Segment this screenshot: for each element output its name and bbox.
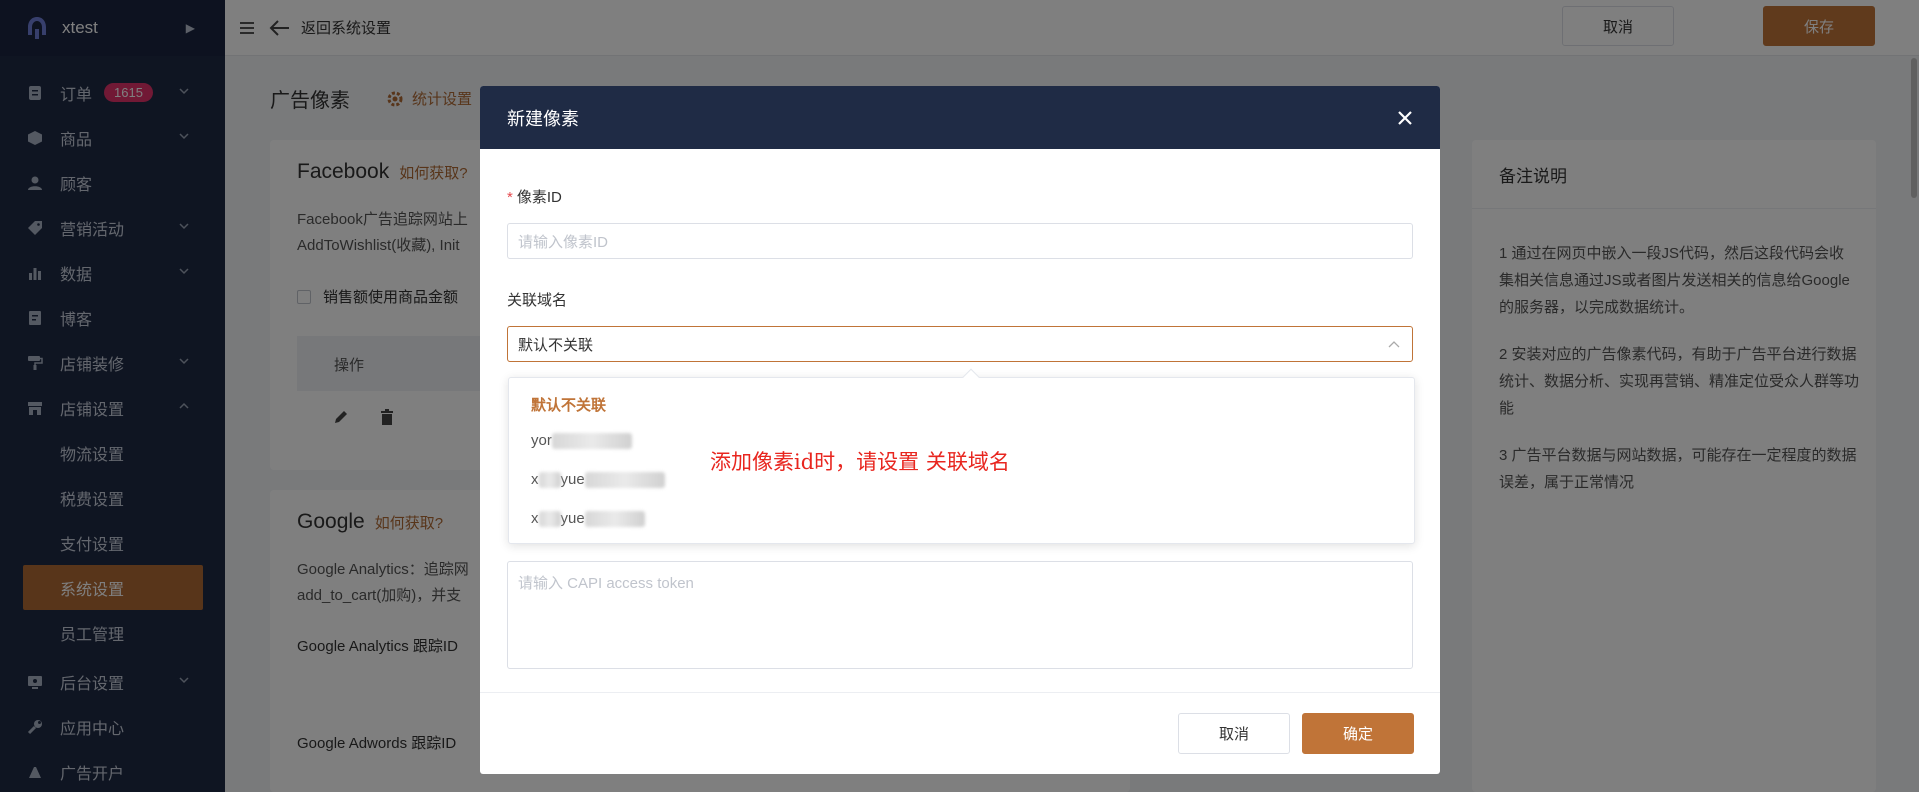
- redacted-text: [584, 472, 665, 489]
- required-mark: *: [507, 189, 513, 206]
- option-text: x: [531, 471, 539, 488]
- redacted-text: [584, 511, 645, 528]
- redacted-text: [551, 433, 632, 450]
- option-text: x: [531, 510, 539, 527]
- capi-token-textarea[interactable]: 请输入 CAPI access token: [507, 561, 1413, 669]
- redacted-text: [538, 511, 561, 528]
- dialog-cancel-button[interactable]: 取消: [1178, 713, 1290, 754]
- divider: [480, 692, 1440, 693]
- chevron-up-icon: [1388, 341, 1400, 348]
- domain-label: 关联域名: [507, 292, 568, 309]
- pixel-id-input[interactable]: 请输入像素ID: [507, 223, 1413, 259]
- dialog-title: 新建像素: [507, 108, 579, 129]
- dialog-header: 新建像素: [480, 86, 1440, 149]
- capi-token-placeholder: 请输入 CAPI access token: [518, 575, 694, 592]
- domain-select-value: 默认不关联: [518, 336, 594, 354]
- dialog-confirm-button[interactable]: 确定: [1302, 713, 1414, 754]
- option-text: yue: [560, 471, 585, 488]
- option-text: yor: [531, 432, 552, 449]
- dropdown-option-default[interactable]: 默认不关联: [531, 394, 606, 415]
- dropdown-option[interactable]: x yue: [531, 471, 665, 489]
- redacted-text: [538, 472, 561, 489]
- close-icon[interactable]: [1394, 107, 1416, 129]
- pixel-id-placeholder: 请输入像素ID: [518, 233, 609, 251]
- domain-select[interactable]: 默认不关联: [507, 326, 1413, 362]
- dropdown-option[interactable]: yor: [531, 432, 632, 450]
- pixel-id-label-text: 像素ID: [516, 189, 562, 206]
- pixel-id-label: * 像素ID: [507, 186, 562, 207]
- option-text: yue: [560, 510, 585, 527]
- dropdown-option[interactable]: x yue: [531, 510, 645, 528]
- annotation-text: 添加像素id时，请设置 关联域名: [710, 450, 1010, 474]
